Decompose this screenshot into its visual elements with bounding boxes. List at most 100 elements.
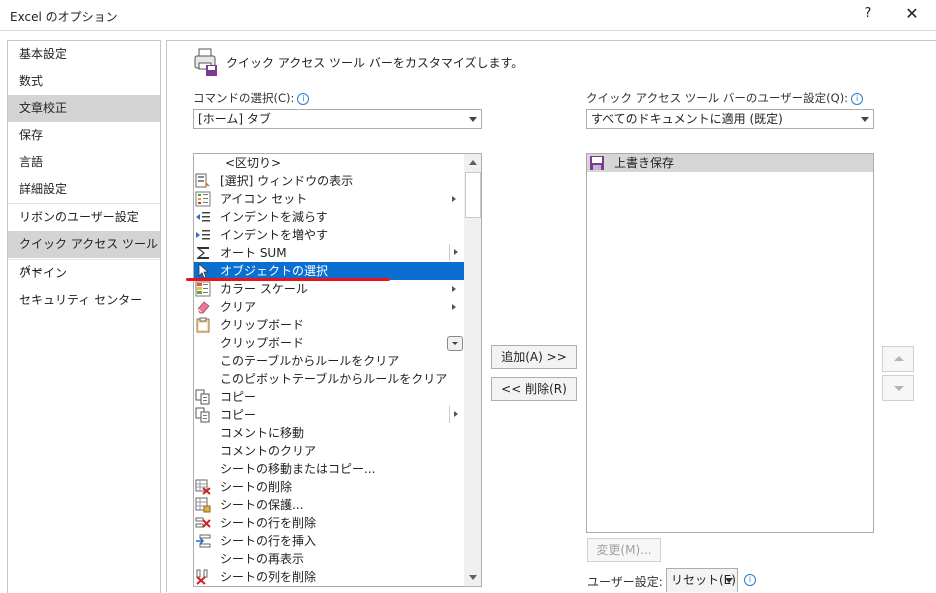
increase-indent-icon	[196, 230, 210, 240]
clipboard-icon	[196, 317, 210, 333]
customize-scope-value: すべてのドキュメントに適用 (既定)	[591, 112, 783, 126]
reset-button[interactable]: リセット(E)	[666, 568, 738, 592]
sidebar-item-general[interactable]: 基本設定	[8, 41, 160, 68]
expand-dropdown-icon	[447, 336, 463, 351]
list-item-label: シートの削除	[220, 480, 293, 494]
move-up-button[interactable]	[882, 346, 914, 372]
decrease-indent-icon	[196, 212, 210, 222]
list-item[interactable]: クリップボード	[194, 334, 464, 352]
list-item-label: コメントに移動	[220, 426, 305, 440]
chevron-down-icon	[725, 578, 733, 583]
color-scale-icon	[195, 281, 211, 297]
scrollbar-thumb[interactable]	[465, 172, 481, 218]
eraser-icon	[197, 301, 210, 314]
submenu-arrow-icon	[452, 196, 456, 202]
list-item-label: シートの行を削除	[220, 516, 317, 530]
list-item[interactable]: このテーブルからルールをクリア	[194, 352, 464, 370]
scroll-down-icon[interactable]	[464, 569, 481, 586]
list-item-label: シートの保護...	[220, 498, 304, 512]
save-icon	[590, 156, 604, 170]
list-item[interactable]: シートの削除	[194, 478, 464, 496]
list-item[interactable]: コメントのクリア	[194, 442, 464, 460]
sidebar-item-quick-access-toolbar[interactable]: クイック アクセス ツール バー	[8, 231, 160, 278]
list-item[interactable]: コピー	[194, 388, 464, 406]
add-button[interactable]: 追加(A) >>	[491, 345, 577, 369]
modify-button[interactable]: 変更(M)...	[587, 538, 661, 562]
list-item[interactable]: このピボットテーブルからルールをクリア	[194, 370, 464, 388]
delete-rows-icon	[195, 517, 211, 528]
list-item-label: クリップボード	[220, 318, 305, 332]
commands-scrollbar[interactable]	[464, 154, 481, 586]
list-item-label: コピー	[220, 390, 257, 404]
list-item[interactable]: インデントを減らす	[194, 208, 464, 226]
info-icon[interactable]: i	[744, 574, 756, 586]
delete-sheet-icon	[195, 479, 211, 495]
list-item[interactable]: カラー スケール	[194, 280, 464, 298]
info-icon[interactable]: i	[851, 93, 864, 105]
page-heading: クイック アクセス ツール バーをカスタマイズします。	[226, 56, 524, 70]
submenu-arrow-icon	[452, 304, 456, 310]
list-item[interactable]: コメントに移動	[194, 424, 464, 442]
list-item[interactable]: オート SUM	[194, 244, 464, 262]
list-item-label: このピボットテーブルからルールをクリア	[220, 372, 448, 386]
list-item[interactable]: シートの行を挿入	[194, 532, 464, 550]
toolbar-commands-list[interactable]: 上書き保存	[586, 153, 874, 533]
sidebar-item-advanced[interactable]: 詳細設定	[8, 176, 160, 203]
list-item[interactable]: シートの再表示	[194, 550, 464, 568]
help-button[interactable]: ?	[858, 4, 878, 24]
list-item-label: シートの再表示	[220, 552, 305, 566]
list-item[interactable]: シートの移動またはコピー...	[194, 460, 464, 478]
sidebar-item-formulas[interactable]: 数式	[8, 68, 160, 95]
scroll-up-icon[interactable]	[464, 154, 481, 171]
submenu-arrow-icon	[449, 244, 464, 261]
list-item-label: クリア	[220, 300, 257, 314]
commands-label: コマンドの選択(C): i	[193, 90, 310, 106]
info-icon[interactable]: i	[297, 93, 310, 105]
list-item-label: オート SUM	[220, 246, 287, 260]
copy-icon	[195, 407, 210, 423]
list-item[interactable]: シートの列を削除	[194, 568, 464, 586]
list-item-label: カラー スケール	[220, 282, 308, 296]
annotation-underline	[186, 278, 390, 281]
sidebar-item-customize-ribbon[interactable]: リボンのユーザー設定	[8, 204, 160, 231]
sidebar-item-proofing[interactable]: 文章校正	[8, 95, 160, 122]
list-item[interactable]: クリップボード	[194, 316, 464, 334]
insert-rows-icon	[196, 534, 211, 548]
commands-list[interactable]: <区切り> [選択] ウィンドウの表示 アイコン セット インデントを減らす イ…	[193, 153, 482, 587]
delete-columns-icon	[196, 569, 208, 585]
commands-source-select[interactable]: [ホーム] タブ	[193, 109, 482, 129]
close-button[interactable]: ✕	[900, 4, 924, 24]
remove-button[interactable]: << 削除(R)	[491, 377, 577, 401]
selection-pane-icon	[195, 173, 210, 188]
list-item-label: シートの行を挿入	[220, 534, 317, 548]
list-item[interactable]: 上書き保存	[587, 154, 873, 172]
chevron-down-icon	[469, 117, 477, 122]
chevron-down-icon	[861, 117, 869, 122]
sidebar-item-addins[interactable]: アドイン	[8, 260, 160, 287]
sidebar-item-save[interactable]: 保存	[8, 122, 160, 149]
customize-scope-select[interactable]: すべてのドキュメントに適用 (既定)	[586, 109, 874, 129]
list-item-label: [選択] ウィンドウの表示	[220, 174, 354, 188]
protect-sheet-icon	[195, 497, 211, 513]
sidebar-item-language[interactable]: 言語	[8, 149, 160, 176]
user-settings-label: ユーザー設定:	[587, 575, 663, 589]
cursor-icon	[198, 263, 210, 279]
list-item[interactable]: インデントを増やす	[194, 226, 464, 244]
list-item[interactable]: シートの行を削除	[194, 514, 464, 532]
list-item[interactable]: コピー	[194, 406, 464, 424]
list-item-label: このテーブルからルールをクリア	[220, 354, 400, 368]
list-item-label: シートの列を削除	[220, 570, 317, 584]
move-down-button[interactable]	[882, 375, 914, 401]
commands-source-value: [ホーム] タブ	[198, 112, 271, 126]
list-item-label: インデントを減らす	[220, 210, 328, 224]
sidebar-item-trust-center[interactable]: セキュリティ センター	[8, 287, 160, 314]
list-item[interactable]: <区切り>	[194, 154, 464, 172]
list-item-label: <区切り>	[225, 156, 282, 170]
list-item[interactable]: シートの保護...	[194, 496, 464, 514]
list-item[interactable]: クリア	[194, 298, 464, 316]
title-bar: Excel のオプション ? ✕	[0, 0, 936, 31]
sum-icon	[197, 247, 209, 259]
list-item[interactable]: [選択] ウィンドウの表示	[194, 172, 464, 190]
list-item[interactable]: アイコン セット	[194, 190, 464, 208]
list-item-label: コメントのクリア	[220, 444, 317, 458]
